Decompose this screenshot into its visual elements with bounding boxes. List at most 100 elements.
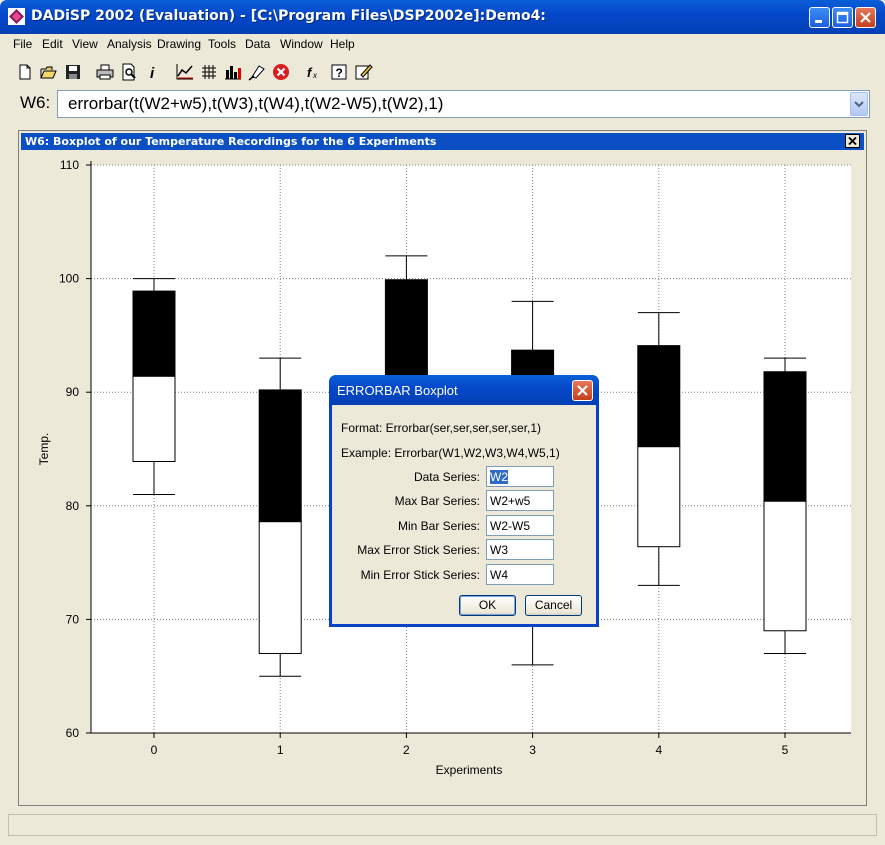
- line-plot-button[interactable]: [174, 61, 196, 83]
- dadisp-logo-icon: [8, 8, 25, 25]
- formula-input[interactable]: errorbar(t(W2+w5),t(W3),t(W4),t(W2-W5),t…: [57, 90, 870, 118]
- dialog-title: ERRORBAR Boxplot: [337, 383, 458, 398]
- dialog-title-bar[interactable]: ERRORBAR Boxplot: [329, 375, 599, 405]
- y-axis-label: Temp.: [37, 433, 51, 466]
- formula-window-label: W6:: [20, 93, 51, 112]
- x-tick-label-1: 1: [277, 743, 284, 757]
- min-error-stick-input[interactable]: W4: [486, 564, 554, 585]
- max-error-stick-label: Max Error Stick Series:: [357, 543, 480, 557]
- max-bar-series-input[interactable]: W2+w5: [486, 490, 554, 511]
- open-folder-icon: [40, 66, 57, 79]
- formula-text: errorbar(t(W2+w5),t(W3),t(W4),t(W2-W5),t…: [68, 94, 444, 113]
- cancel-button[interactable]: Cancel: [525, 595, 582, 616]
- menu-file[interactable]: File: [13, 37, 32, 51]
- svg-text:?: ?: [336, 66, 343, 80]
- x-tick-label-0: 0: [151, 743, 158, 757]
- upper-box-5: [763, 371, 807, 502]
- draw-button[interactable]: [246, 61, 268, 83]
- line-plot-icon: [176, 64, 193, 80]
- maximize-icon: [836, 11, 849, 24]
- lower-box-0: [132, 375, 176, 462]
- edit-button[interactable]: [352, 61, 374, 83]
- title-bar[interactable]: DADiSP 2002 (Evaluation) - [C:\Program F…: [0, 0, 885, 34]
- new-file-button[interactable]: [14, 61, 36, 83]
- function-icon: fx: [307, 65, 318, 80]
- menu-drawing[interactable]: Drawing: [157, 37, 201, 51]
- min-bar-series-input[interactable]: W2-W5: [486, 515, 554, 536]
- menu-help[interactable]: Help: [330, 37, 355, 51]
- status-bar: [8, 814, 877, 836]
- ok-button[interactable]: OK: [459, 595, 516, 616]
- edit-icon: [355, 64, 373, 80]
- menu-window[interactable]: Window: [280, 37, 323, 51]
- maximize-button[interactable]: [832, 7, 853, 28]
- close-icon: [577, 385, 588, 396]
- grid-button[interactable]: [198, 61, 220, 83]
- data-series-input[interactable]: W2: [486, 466, 554, 487]
- upper-box-0: [132, 290, 176, 377]
- toolbar: i fx ?: [8, 58, 878, 86]
- min-error-stick-label: Min Error Stick Series:: [360, 568, 480, 582]
- menu-edit[interactable]: Edit: [42, 37, 63, 51]
- format-text: Format: Errorbar(ser,ser,ser,ser,ser,1): [341, 421, 542, 435]
- errorbar-dialog: ERRORBAR Boxplot Format: Errorbar(ser,se…: [329, 375, 599, 627]
- max-error-stick-input[interactable]: W3: [486, 539, 554, 560]
- grid-icon: [202, 65, 216, 79]
- upper-box-1: [258, 389, 302, 523]
- chevron-down-icon: [854, 101, 864, 108]
- minimize-button[interactable]: [809, 7, 830, 28]
- help-icon: ?: [331, 64, 347, 80]
- bar-chart-button[interactable]: [222, 61, 244, 83]
- print-preview-button[interactable]: [118, 61, 140, 83]
- min-error-stick-value: W4: [490, 568, 508, 582]
- menu-bar: File Edit View Analysis Drawing Tools Da…: [0, 34, 885, 56]
- max-bar-series-value: W2+w5: [490, 494, 531, 508]
- formula-dropdown-button[interactable]: [850, 92, 868, 116]
- print-button[interactable]: [94, 61, 116, 83]
- upper-box-4: [637, 345, 681, 448]
- lower-box-1: [258, 521, 302, 654]
- lower-box-4: [637, 446, 681, 548]
- svg-text:x: x: [312, 71, 318, 80]
- min-bar-series-value: W2-W5: [490, 519, 530, 533]
- minimize-icon: [815, 20, 822, 23]
- dialog-close-button[interactable]: [572, 380, 593, 401]
- stop-button[interactable]: [270, 61, 292, 83]
- save-icon: [66, 65, 80, 79]
- lower-box-5: [763, 500, 807, 632]
- y-tick-label-5: 110: [60, 158, 79, 172]
- x-axis-label: Experiments: [436, 763, 503, 777]
- print-preview-icon: [122, 63, 136, 81]
- max-bar-series-label: Max Bar Series:: [394, 494, 480, 508]
- help-button[interactable]: ?: [328, 61, 350, 83]
- min-bar-series-label: Min Bar Series:: [397, 519, 480, 533]
- example-text: Example: Errorbar(W1,W2,W3,W4,W5,1): [341, 446, 560, 460]
- x-tick-label-3: 3: [529, 743, 536, 757]
- menu-data[interactable]: Data: [245, 37, 270, 51]
- menu-analysis[interactable]: Analysis: [107, 37, 152, 51]
- draw-icon: [248, 65, 265, 81]
- save-button[interactable]: [62, 61, 84, 83]
- x-tick-label-4: 4: [655, 743, 662, 757]
- svg-text:i: i: [150, 65, 155, 82]
- menu-view[interactable]: View: [72, 37, 98, 51]
- window-title: DADiSP 2002 (Evaluation) - [C:\Program F…: [31, 8, 546, 24]
- y-tick-label-2: 80: [66, 499, 80, 513]
- y-tick-label-3: 90: [66, 385, 80, 399]
- info-button[interactable]: i: [142, 61, 164, 83]
- app-window: DADiSP 2002 (Evaluation) - [C:\Program F…: [0, 0, 885, 845]
- stop-icon: [273, 64, 289, 80]
- bar-chart-icon: [225, 66, 241, 80]
- info-icon: i: [150, 65, 155, 82]
- menu-tools[interactable]: Tools: [208, 37, 236, 51]
- close-button[interactable]: [855, 7, 876, 28]
- function-button[interactable]: fx: [302, 61, 324, 83]
- data-series-label: Data Series:: [413, 470, 480, 484]
- new-file-icon: [19, 64, 31, 80]
- upper-box-2: [384, 279, 428, 388]
- y-tick-label-0: 60: [66, 726, 80, 740]
- x-tick-label-5: 5: [782, 743, 789, 757]
- data-series-value: W2: [490, 470, 508, 484]
- y-tick-label-1: 70: [66, 612, 80, 626]
- open-button[interactable]: [38, 61, 60, 83]
